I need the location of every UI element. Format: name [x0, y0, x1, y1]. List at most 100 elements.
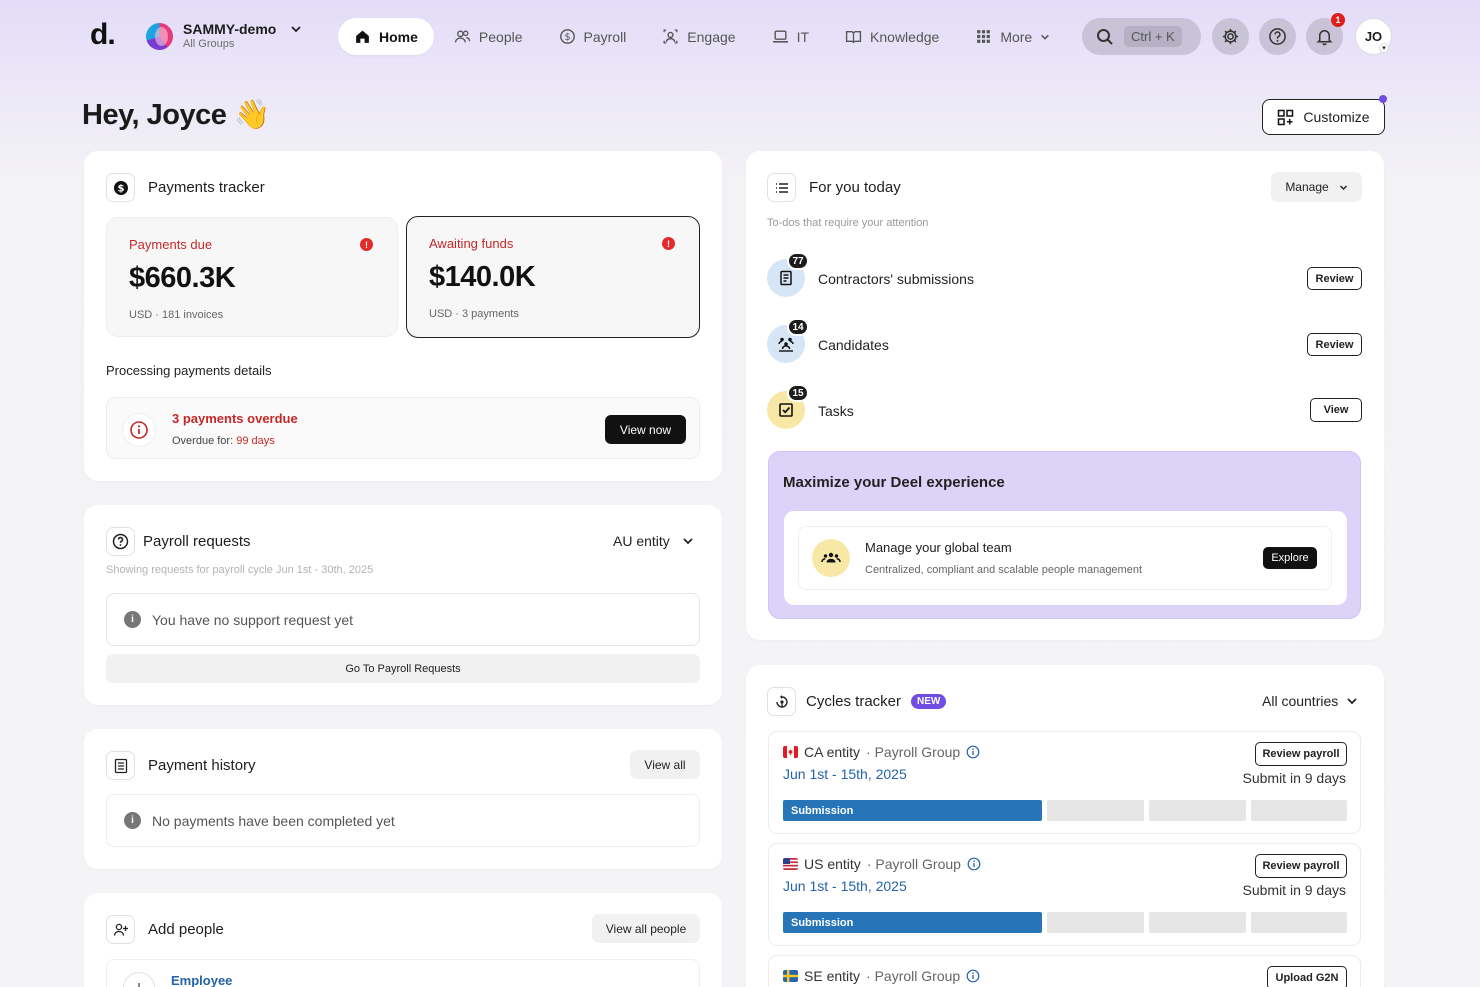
overdue-alert: 3 payments overdue Overdue for: 99 days …: [106, 397, 700, 459]
global-search[interactable]: Ctrl + K: [1082, 18, 1201, 55]
canada-flag-icon: [783, 746, 798, 758]
view-all-people-button[interactable]: View all people: [592, 914, 700, 943]
help-button[interactable]: [1259, 18, 1296, 55]
tab-knowledge[interactable]: Knowledge: [829, 18, 955, 55]
stat-subtitle: USD · 3 payments: [429, 308, 519, 320]
empty-state: i No payments have been completed yet: [106, 794, 700, 847]
entity-name: SE entity: [804, 968, 861, 984]
customize-button[interactable]: Customize: [1262, 95, 1387, 135]
stat-value: $660.3K: [129, 262, 236, 294]
review-button[interactable]: Review: [1307, 333, 1362, 356]
entity-select[interactable]: AU entity: [613, 533, 694, 549]
view-button[interactable]: View: [1310, 398, 1362, 422]
entity-group: · Payroll Group: [866, 856, 961, 872]
section-title: Processing payments details: [106, 363, 272, 378]
tab-label: Home: [379, 28, 418, 45]
employee-label: Employee: [171, 973, 233, 987]
stat-label: Awaiting funds: [429, 236, 514, 251]
explore-button[interactable]: Explore: [1263, 547, 1317, 569]
info-icon: [122, 413, 156, 447]
review-payroll-button[interactable]: Review payroll: [1255, 742, 1347, 766]
tab-payroll[interactable]: $ Payroll: [543, 18, 643, 55]
alert-icon: !: [360, 238, 373, 251]
org-switcher[interactable]: SAMMY-demo All Groups: [146, 21, 302, 51]
tab-more[interactable]: More: [959, 18, 1066, 55]
info-icon: i: [124, 812, 141, 829]
stage-bar: [1149, 800, 1246, 821]
cycle-dates: Jun 1st - 15th, 2025: [783, 766, 907, 782]
tab-label: Engage: [687, 28, 736, 45]
info-icon[interactable]: [967, 857, 981, 871]
info-icon[interactable]: [966, 745, 980, 759]
deel-logo[interactable]: d.: [90, 18, 116, 52]
view-all-button[interactable]: View all: [630, 750, 700, 779]
people-icon: [454, 30, 471, 43]
tab-label: IT: [796, 28, 810, 45]
info-icon[interactable]: [966, 969, 980, 983]
entity-name: CA entity: [804, 744, 861, 760]
go-to-payroll-requests-button[interactable]: Go To Payroll Requests: [106, 654, 700, 683]
card-title: For you today: [809, 179, 901, 196]
cycle-dates: Jun 1st - 15th, 2025: [783, 878, 907, 894]
todo-label: Tasks: [818, 403, 854, 419]
user-avatar[interactable]: JO ▾: [1355, 18, 1392, 55]
us-flag-icon: [783, 858, 798, 870]
main-tabs: Home People $ Payroll Engage IT Knowledg…: [338, 18, 1066, 55]
dollar-icon: $: [106, 173, 135, 202]
tab-it[interactable]: IT: [756, 18, 825, 55]
add-user-icon: [106, 915, 135, 944]
card-title: Payment history: [148, 757, 256, 774]
svg-text:$: $: [564, 32, 570, 43]
todo-item-candidates: 14 Candidates Review: [767, 318, 1362, 365]
tab-label: Payroll: [583, 28, 627, 45]
country-filter[interactable]: All countries: [1262, 693, 1358, 709]
stage-bar-submission: Submission: [783, 800, 1042, 821]
stage-bar: [1251, 800, 1347, 821]
payments-tracker-card: $ Payments tracker Payments due ! $660.3…: [84, 151, 722, 481]
entity-select-value: AU entity: [613, 533, 670, 549]
overdue-days: 99 days: [236, 435, 275, 447]
new-badge: NEW: [911, 694, 947, 709]
payments-tracker-header: $ Payments tracker: [106, 173, 265, 202]
tab-home[interactable]: Home: [338, 18, 434, 55]
awaiting-funds-stat[interactable]: Awaiting funds ! $140.0K USD · 3 payment…: [406, 216, 700, 338]
tab-people[interactable]: People: [438, 18, 539, 55]
review-payroll-button[interactable]: Review payroll: [1255, 854, 1347, 878]
add-people-header: Add people: [106, 915, 224, 944]
cycle-entity: US entity · Payroll Group: [783, 856, 981, 872]
manage-button[interactable]: Manage: [1271, 172, 1362, 202]
overdue-title: 3 payments overdue: [172, 411, 298, 426]
empty-state: i You have no support request yet: [106, 593, 700, 646]
promo-item-title: Manage your global team: [865, 540, 1012, 555]
cycle-entity: CA entity · Payroll Group: [783, 744, 980, 760]
settings-button[interactable]: [1212, 18, 1249, 55]
payments-due-stat[interactable]: Payments due ! $660.3K USD · 181 invoice…: [106, 217, 398, 337]
stage-bar: [1047, 912, 1144, 933]
overdue-prefix: Overdue for:: [172, 435, 237, 447]
promo-item[interactable]: Manage your global team Centralized, com…: [798, 526, 1332, 590]
wave-emoji: 👋: [233, 99, 270, 131]
card-title: Payroll requests: [143, 533, 251, 550]
todo-item-contractors: 77 Contractors' submissions Review: [767, 252, 1362, 299]
gear-icon: [1222, 28, 1239, 45]
sweden-flag-icon: [783, 970, 798, 982]
cycle-entity: SE entity · Payroll Group: [783, 968, 980, 984]
org-subtitle: All Groups: [183, 38, 235, 50]
tab-engage[interactable]: Engage: [646, 18, 751, 55]
review-button[interactable]: Review: [1307, 267, 1362, 290]
payroll-requests-subtitle: Showing requests for payroll cycle Jun 1…: [106, 564, 374, 576]
stage-bar: [1251, 912, 1347, 933]
question-circle-icon: [106, 527, 135, 556]
stage-bar: [1047, 800, 1144, 821]
card-title: Cycles tracker: [806, 693, 902, 710]
help-icon: [1269, 28, 1286, 45]
bell-icon: [1316, 30, 1333, 46]
view-now-button[interactable]: View now: [605, 415, 686, 444]
upload-g2n-button[interactable]: Upload G2N: [1267, 966, 1347, 987]
grid-icon: [977, 30, 991, 43]
chevron-down-icon: ▾: [1379, 43, 1389, 53]
notifications-button[interactable]: 1: [1306, 13, 1345, 55]
promo-item-subtitle: Centralized, compliant and scalable peop…: [865, 564, 1143, 576]
add-employee-row[interactable]: Employee: [106, 959, 700, 987]
tab-label: More: [1000, 28, 1033, 45]
